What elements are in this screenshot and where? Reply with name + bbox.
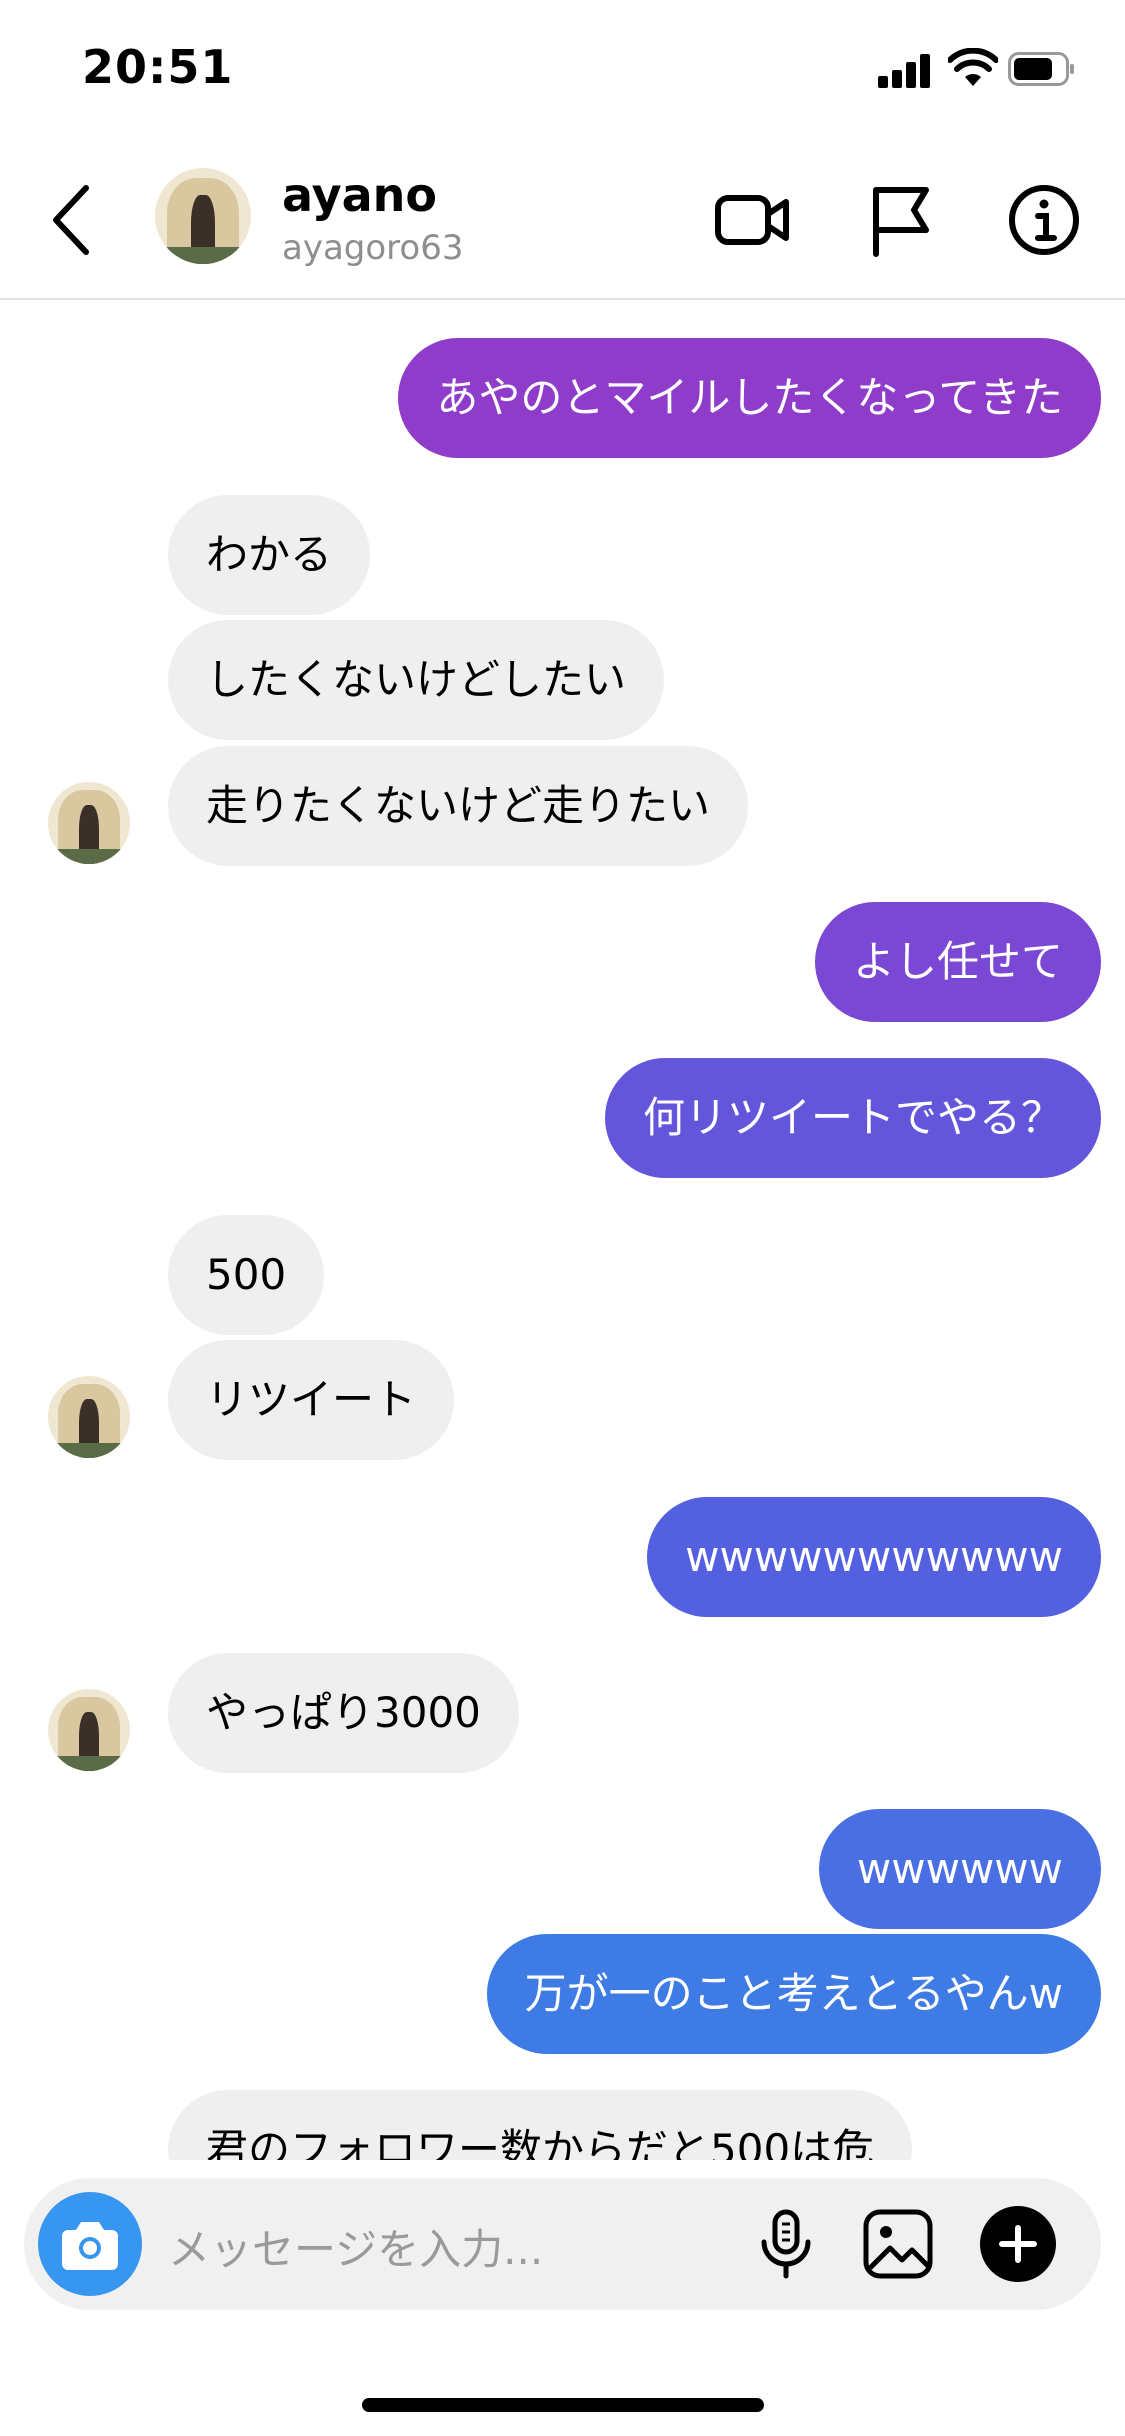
message-thread[interactable]: あやのとマイルしたくなってきた わかる したくないけどしたい 走りたくないけど走… [0,300,1125,2160]
back-icon[interactable] [46,180,96,260]
message-bubble-outgoing[interactable]: 何リツイートでやる？ [604,1058,1101,1178]
message-bubble-incoming[interactable]: リツイート [168,1340,455,1460]
signal-icon [878,52,938,88]
avatar[interactable] [155,168,251,264]
camera-button[interactable] [38,2192,142,2296]
status-time: 20:51 [82,40,234,94]
message-bubble-incoming[interactable]: 君のフォロワー数からだと500は危 [168,2090,913,2160]
video-call-icon[interactable] [712,180,792,260]
avatar[interactable] [48,1376,130,1458]
message-bubble-incoming[interactable]: 500 [168,1215,325,1335]
message-bubble-outgoing[interactable]: wwwwwwwwwww [647,1497,1101,1617]
message-bubble-outgoing[interactable]: 万が一のこと考えとるやんw [486,1934,1101,2054]
plus-button[interactable] [980,2206,1056,2282]
wifi-icon [948,48,998,86]
message-bubble-incoming[interactable]: わかる [168,495,371,615]
gallery-icon[interactable] [860,2206,936,2282]
mic-icon[interactable] [748,2206,824,2282]
home-indicator [362,2398,764,2412]
message-bubble-incoming[interactable]: 走りたくないけど走りたい [168,746,749,866]
camera-icon [62,2222,118,2270]
plus-icon [999,2225,1037,2263]
chat-username[interactable]: ayagoro63 [282,228,463,268]
status-bar: 20:51 [0,0,1125,140]
message-bubble-outgoing[interactable]: wwwwww [818,1809,1101,1929]
avatar[interactable] [48,782,130,864]
flag-icon[interactable] [862,180,942,260]
message-bubble-outgoing[interactable]: よし任せて [814,902,1101,1022]
avatar[interactable] [48,1689,130,1771]
message-composer[interactable]: メッセージを入力... [24,2178,1101,2310]
chat-title[interactable]: ayano [282,168,437,222]
message-bubble-incoming[interactable]: やっぱり3000 [168,1653,519,1773]
message-bubble-outgoing[interactable]: あやのとマイルしたくなってきた [398,338,1101,458]
chat-header: ayano ayagoro63 [0,140,1125,300]
info-icon[interactable] [1004,180,1084,260]
message-input[interactable]: メッセージを入力... [168,2216,543,2277]
battery-icon [1008,52,1074,86]
message-bubble-incoming[interactable]: したくないけどしたい [168,620,665,740]
